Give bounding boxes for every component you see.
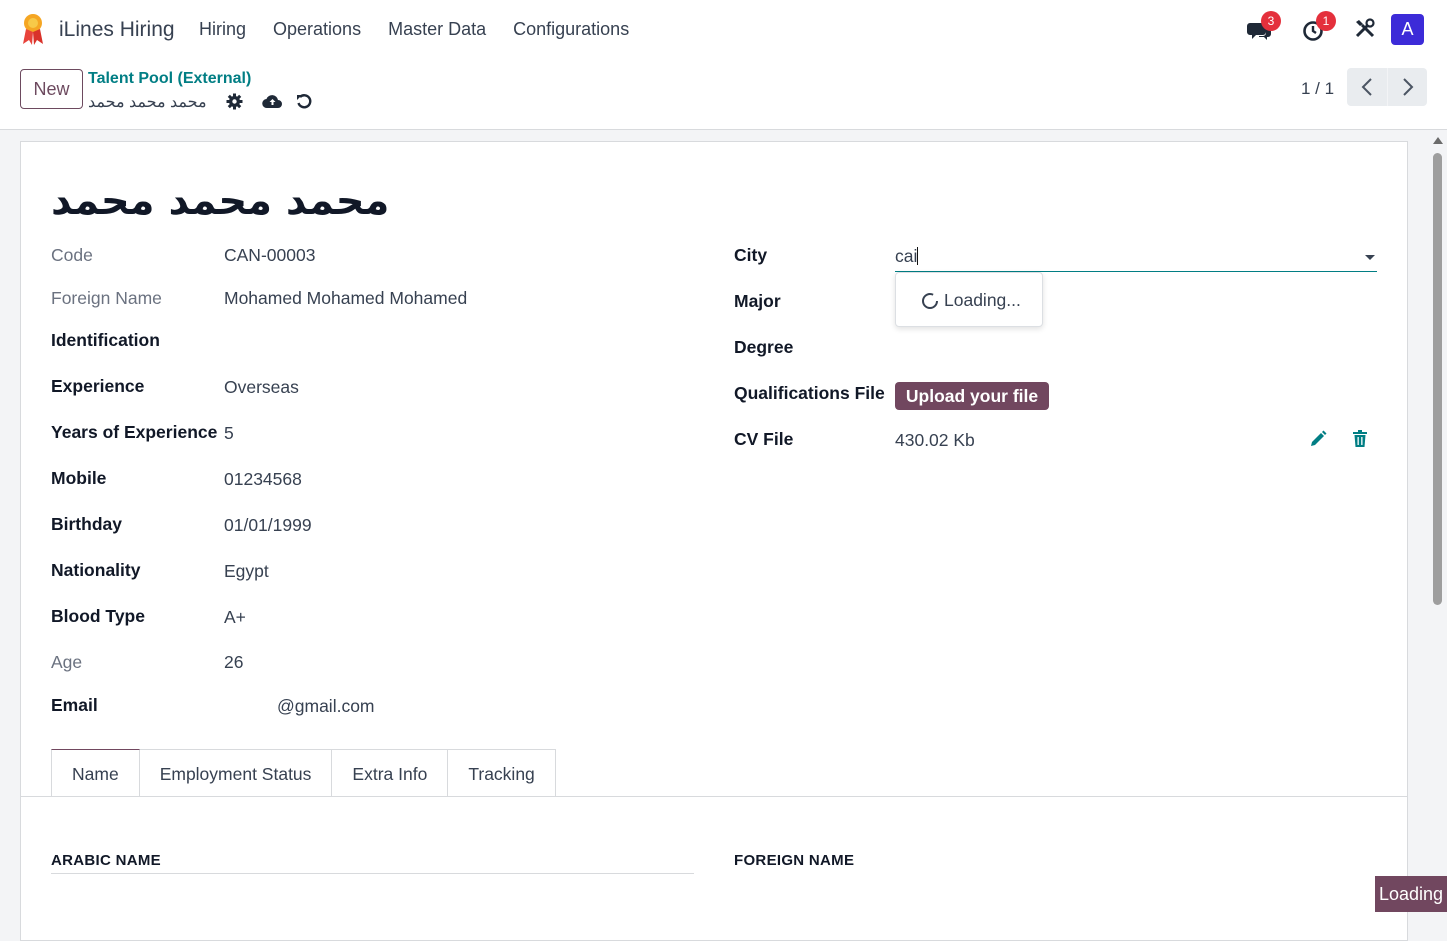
tab-employment-status[interactable]: Employment Status — [139, 749, 333, 797]
field-label: Years of Experience — [51, 422, 218, 442]
activities-count-badge: 1 — [1316, 11, 1336, 31]
dropdown-loading-text: Loading... — [944, 290, 1021, 310]
field-label: Nationality — [51, 560, 141, 580]
menu-item-configurations[interactable]: Configurations — [513, 19, 629, 40]
breadcrumb-talent-pool[interactable]: Talent Pool (External) — [88, 70, 251, 88]
spinner-icon — [922, 293, 938, 309]
field-label: Age — [51, 652, 83, 672]
cv-file-size[interactable]: 430.02 Kb — [895, 430, 975, 451]
scroll-up-arrow-icon[interactable] — [1433, 137, 1443, 144]
tab-name[interactable]: Name — [51, 749, 140, 797]
menu-item-operations[interactable]: Operations — [273, 19, 361, 40]
field-value[interactable]: Egypt — [224, 561, 269, 582]
breadcrumb-record-name: محمد محمد محمد — [88, 94, 207, 111]
section-title-arabic-name: ARABIC NAME — [51, 852, 161, 869]
new-button[interactable]: New — [20, 69, 83, 109]
field-label: Qualifications File — [734, 383, 885, 403]
city-input[interactable]: cai — [895, 242, 1377, 272]
field-value[interactable]: @gmail.com — [277, 696, 375, 717]
field-label: Blood Type — [51, 606, 145, 626]
main-menu: Hiring Operations Master Data Configurat… — [199, 19, 629, 40]
field-label: Mobile — [51, 468, 107, 488]
pager-next-button[interactable] — [1387, 68, 1427, 106]
messages-button[interactable]: 3 — [1247, 11, 1281, 43]
tab-tracking[interactable]: Tracking — [448, 749, 556, 797]
tab-divider — [21, 796, 1407, 797]
debug-tools-button[interactable] — [1354, 17, 1380, 43]
chevron-right-icon — [1402, 78, 1413, 96]
app-logo-icon[interactable] — [20, 12, 46, 46]
city-input-value: cai — [895, 246, 918, 266]
tools-icon — [1355, 18, 1375, 38]
field-value[interactable]: CAN-00003 — [224, 245, 315, 266]
field-label: Identification — [51, 330, 160, 350]
undo-icon[interactable] — [296, 93, 313, 110]
section-title-foreign-name: FOREIGN NAME — [734, 852, 855, 869]
loading-indicator: Loading — [1375, 876, 1447, 912]
app-name[interactable]: iLines Hiring — [59, 18, 175, 42]
pager-buttons — [1347, 68, 1427, 106]
field-label: Foreign Name — [51, 288, 162, 308]
field-value[interactable]: Overseas — [224, 377, 299, 398]
activities-button[interactable]: 1 — [1302, 11, 1336, 43]
scrollbar-thumb[interactable] — [1433, 153, 1442, 605]
field-label: City — [734, 245, 768, 265]
field-label: Major — [734, 291, 781, 311]
user-avatar[interactable]: A — [1391, 14, 1424, 45]
top-navbar: iLines Hiring Hiring Operations Master D… — [0, 0, 1447, 60]
field-value[interactable]: A+ — [224, 607, 246, 628]
field-value[interactable]: 01/01/1999 — [224, 515, 312, 536]
field-value[interactable]: 5 — [224, 423, 234, 444]
field-value[interactable]: Mohamed Mohamed Mohamed — [224, 288, 467, 309]
pager-previous-button[interactable] — [1347, 68, 1387, 106]
record-title[interactable]: محمد محمد محمد — [51, 178, 389, 224]
upload-file-button[interactable]: Upload your file — [895, 382, 1049, 410]
section-divider — [51, 873, 694, 874]
pencil-icon[interactable] — [1309, 430, 1327, 448]
field-label: Experience — [51, 376, 145, 396]
text-cursor — [917, 247, 919, 265]
chevron-down-icon[interactable] — [1365, 255, 1375, 260]
chevron-left-icon — [1361, 78, 1372, 96]
form-sheet: محمد محمد محمد Code CAN-00003 Foreign Na… — [20, 141, 1408, 941]
pager-value[interactable]: 1 / 1 — [1301, 79, 1334, 99]
menu-item-hiring[interactable]: Hiring — [199, 19, 246, 40]
trash-icon[interactable] — [1352, 430, 1368, 448]
field-value[interactable]: 26 — [224, 652, 243, 673]
gear-icon[interactable] — [226, 93, 243, 110]
field-value[interactable]: 01234568 — [224, 469, 302, 490]
field-label: CV File — [734, 429, 794, 449]
control-panel: New Talent Pool (External) محمد محمد محم… — [0, 60, 1447, 130]
field-label: Degree — [734, 337, 794, 357]
field-label: Code — [51, 245, 93, 265]
city-autocomplete-dropdown: Loading... — [895, 272, 1043, 327]
messages-count-badge: 3 — [1261, 11, 1281, 31]
tab-extra-info[interactable]: Extra Info — [332, 749, 449, 797]
cloud-upload-icon[interactable] — [262, 93, 283, 109]
field-label: Email — [51, 695, 98, 715]
notebook-tabs: Name Employment Status Extra Info Tracki… — [51, 749, 556, 797]
menu-item-master-data[interactable]: Master Data — [388, 19, 486, 40]
field-label: Birthday — [51, 514, 122, 534]
